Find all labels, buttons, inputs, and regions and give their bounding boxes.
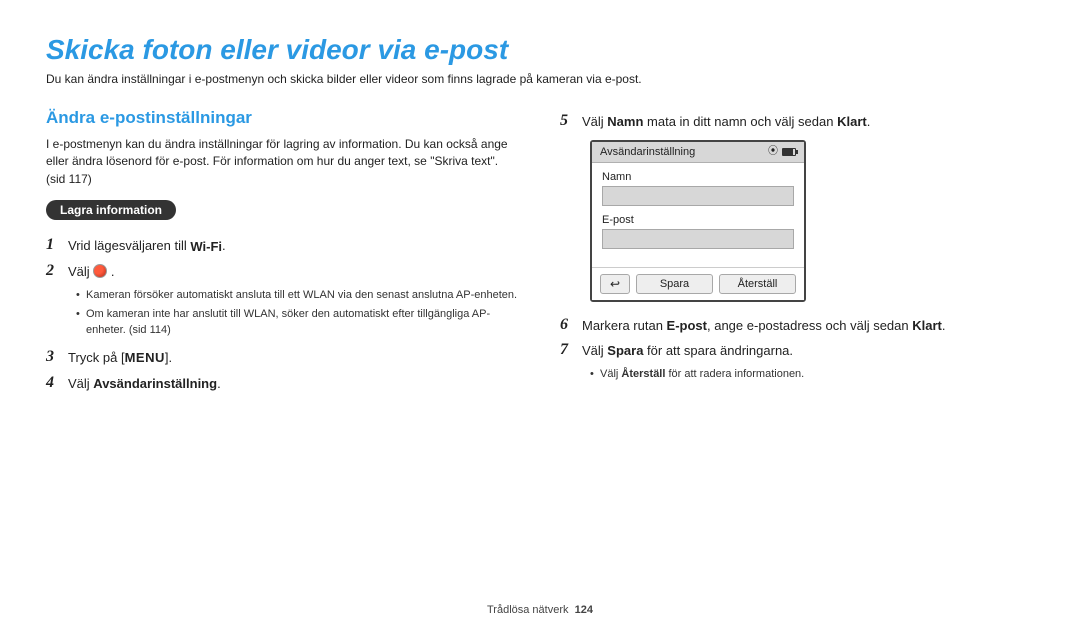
wifi-icon: Wi-Fi [190, 239, 222, 254]
field-label-name: Namn [602, 171, 794, 183]
right-column: 5 Välj Namn mata in ditt namn och välj s… [560, 108, 1034, 399]
steps-list-left: 1 Vrid lägesväljaren till Wi-Fi. 2 Välj … [46, 236, 520, 282]
device-titlebar: Avsändarinställning ⦿ [592, 142, 804, 163]
menu-icon: MENU [125, 350, 165, 365]
device-screen-title: Avsändarinställning [600, 146, 695, 158]
step-2: 2 Välj . [46, 262, 520, 282]
section-paragraph: I e-postmenyn kan du ändra inställningar… [46, 136, 520, 188]
page-footer: Trådlösa nätverk 124 [0, 604, 1080, 616]
page-title: Skicka foton eller videor via e-post [46, 34, 1034, 66]
battery-icon [782, 148, 796, 156]
field-label-email: E-post [602, 214, 794, 226]
step-3: 3 Tryck på [MENU]. [46, 348, 520, 368]
step-6: 6 Markera rutan E-post, ange e-postadres… [560, 316, 1034, 336]
step-7: 7 Välj Spara för att spara ändringarna. [560, 341, 1034, 361]
steps-list-left-continued: 3 Tryck på [MENU]. 4 Välj Avsändarinstäl… [46, 348, 520, 393]
left-column: Ändra e-postinställningar I e-postmenyn … [46, 108, 520, 399]
steps-list-right: 5 Välj Namn mata in ditt namn och välj s… [560, 112, 1034, 132]
step-7-notes: Välj Återställ för att radera informatio… [590, 367, 1034, 382]
section-heading: Ändra e-postinställningar [46, 108, 520, 128]
email-app-icon [93, 264, 107, 278]
step-1: 1 Vrid lägesväljaren till Wi-Fi. [46, 236, 520, 256]
page-intro: Du kan ändra inställningar i e-postmenyn… [46, 72, 1034, 86]
step-4: 4 Välj Avsändarinställning. [46, 374, 520, 394]
device-mock-panel: Avsändarinställning ⦿ Namn E-post ↩ Spar… [590, 140, 806, 302]
email-field[interactable] [602, 229, 794, 249]
list-item: Kameran försöker automatiskt ansluta til… [76, 288, 520, 303]
device-body: Namn E-post [592, 163, 804, 267]
subsection-pill: Lagra information [46, 200, 176, 220]
name-field[interactable] [602, 186, 794, 206]
list-item: Om kameran inte har anslutit till WLAN, … [76, 307, 520, 338]
content-columns: Ändra e-postinställningar I e-postmenyn … [46, 108, 1034, 399]
steps-list-right-continued: 6 Markera rutan E-post, ange e-postadres… [560, 316, 1034, 361]
step-5: 5 Välj Namn mata in ditt namn och välj s… [560, 112, 1034, 132]
back-button[interactable]: ↩ [600, 274, 630, 294]
wifi-signal-icon: ⦿ [768, 147, 778, 157]
device-button-row: ↩ Spara Återställ [592, 267, 804, 300]
list-item: Välj Återställ för att radera informatio… [590, 367, 1034, 382]
save-button[interactable]: Spara [636, 274, 713, 294]
reset-button[interactable]: Återställ [719, 274, 796, 294]
step-2-notes: Kameran försöker automatiskt ansluta til… [76, 288, 520, 338]
